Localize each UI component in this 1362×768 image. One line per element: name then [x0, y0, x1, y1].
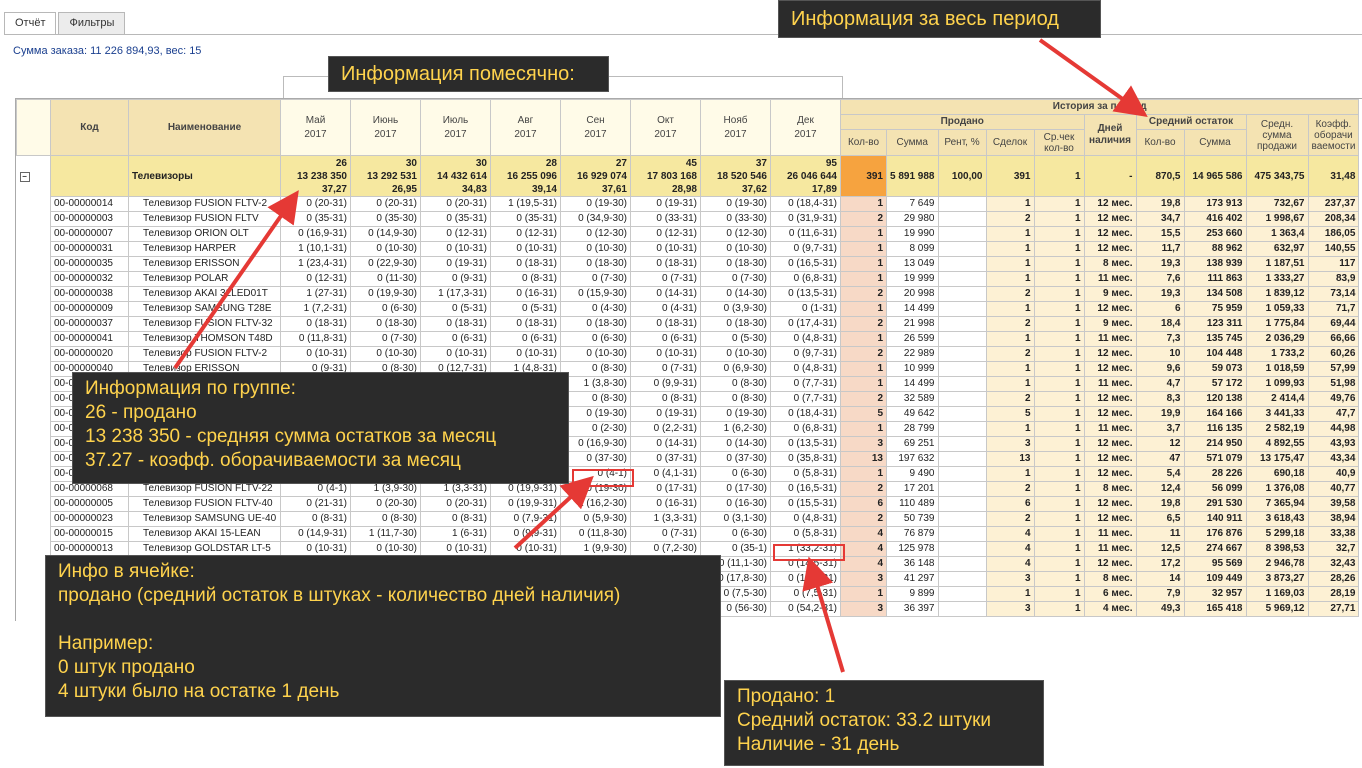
arrow-cell [513, 475, 594, 550]
callout-group-line: 37.27 - коэфф. оборачиваемости за месяц [85, 450, 461, 471]
callout-cell-line: Инфо в ячейке: [58, 561, 195, 582]
callout-group: Информация по группе: 26 - продано 13 23… [72, 372, 569, 484]
callout-group-line: 26 - продано [85, 402, 197, 423]
callout-cell-line: 0 штук продано [58, 657, 195, 678]
callout-group-line: Информация по группе: [85, 378, 296, 399]
callout-period: Информация за весь период [778, 0, 1101, 38]
callout-cell: Инфо в ячейке: продано (средний остаток … [45, 555, 721, 717]
highlight-cell-dec [773, 544, 845, 561]
callout-example-line: Средний остаток: 33.2 штуки [737, 710, 991, 731]
callout-monthly: Информация помесячно: [328, 56, 609, 92]
callout-example: Продано: 1 Средний остаток: 33.2 штуки Н… [724, 680, 1044, 766]
arrow-example [802, 556, 845, 673]
callout-group-line: 13 238 350 - средняя сумма остатков за м… [85, 426, 497, 447]
arrow-period [1038, 38, 1148, 117]
callout-cell-line: продано (средний остаток в штуках - коли… [58, 585, 621, 606]
arrow-group [173, 190, 299, 370]
callout-example-line: Продано: 1 [737, 686, 836, 707]
callout-cell-line [58, 608, 708, 632]
highlight-cell-sep [572, 469, 634, 487]
callout-cell-line: Например: [58, 633, 154, 654]
callout-example-line: Наличие - 31 день [737, 734, 900, 755]
callout-cell-line: 4 штуки было на остатке 1 день [58, 681, 340, 702]
